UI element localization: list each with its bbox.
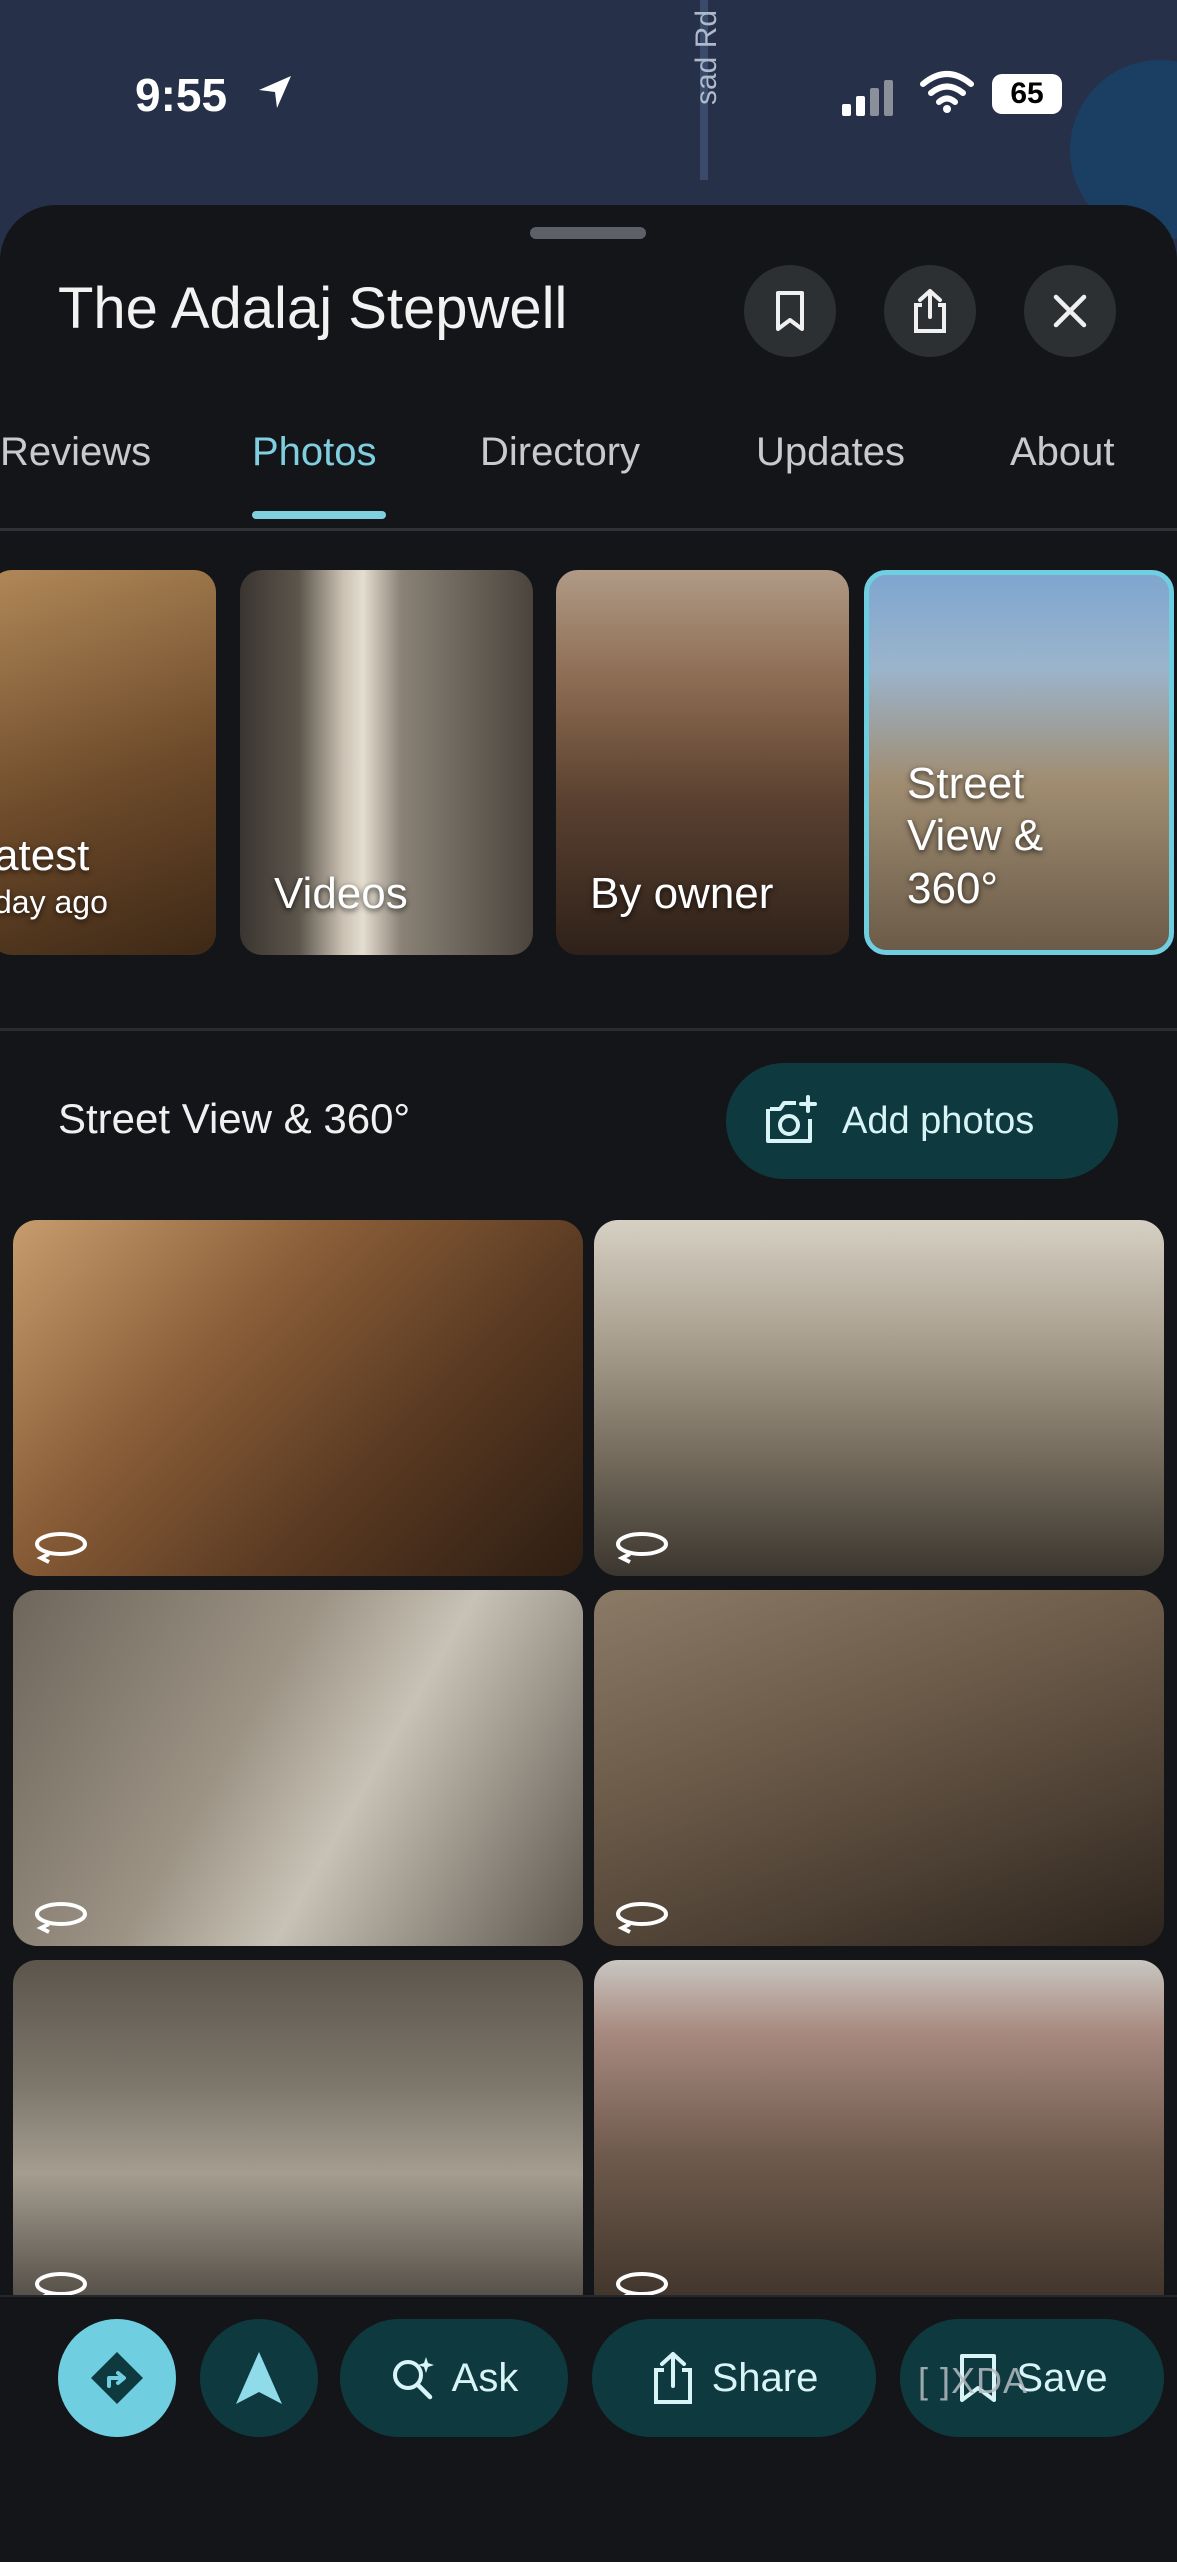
tab-bar: Reviews Photos Directory Updates About	[0, 410, 1177, 531]
ask-search-icon	[392, 2357, 434, 2400]
photo-categories: atest day ago Videos By owner Street Vie…	[0, 570, 1177, 955]
category-sublabel: day ago	[0, 883, 108, 920]
share-label: Share	[711, 2355, 819, 2400]
category-label: atest	[0, 830, 90, 880]
add-photo-icon	[766, 1095, 817, 1143]
watermark-text: [ ]XDA	[918, 2360, 1029, 2401]
bottom-action-bar: Ask Share Save	[0, 2295, 1177, 2562]
drag-handle[interactable]	[530, 227, 646, 239]
tab-reviews[interactable]: Reviews	[0, 430, 151, 475]
category-street-view[interactable]: Street View & 360°	[864, 570, 1174, 955]
share-button[interactable]: Share	[592, 2319, 876, 2437]
wifi-icon	[920, 71, 974, 113]
tab-about[interactable]: About	[1010, 430, 1115, 475]
section-title: Street View & 360°	[58, 1095, 411, 1142]
save-place-button[interactable]	[744, 265, 836, 357]
photo-grid	[0, 1220, 1177, 2300]
ask-button[interactable]: Ask	[340, 2319, 568, 2437]
close-icon	[1053, 294, 1087, 328]
add-photos-label: Add photos	[842, 1099, 1035, 1142]
directions-icon	[91, 2352, 143, 2404]
photo-tile[interactable]	[594, 1960, 1164, 2300]
photo-tile[interactable]	[594, 1590, 1164, 1946]
panorama-360-icon	[616, 1532, 668, 1564]
status-time: 9:55	[135, 69, 228, 121]
tab-photos[interactable]: Photos	[252, 430, 377, 475]
category-latest[interactable]: atest day ago	[0, 570, 216, 955]
share-place-button[interactable]	[884, 265, 976, 357]
place-sheet: The Adalaj Stepwell Reviews Photos Direc…	[0, 205, 1177, 2560]
photo-tile[interactable]	[13, 1220, 583, 1576]
panorama-360-icon	[35, 1532, 87, 1564]
place-title: The Adalaj Stepwell	[58, 276, 568, 341]
save-label: Save	[1016, 2355, 1108, 2400]
category-videos[interactable]: Videos	[240, 570, 533, 955]
category-by-owner[interactable]: By owner	[556, 570, 849, 955]
ask-label: Ask	[451, 2355, 519, 2400]
category-label: Street View & 360°	[907, 758, 1044, 914]
navigation-arrow-icon	[236, 2352, 282, 2404]
battery-indicator: 65	[992, 74, 1062, 114]
close-button[interactable]	[1024, 265, 1116, 357]
tab-updates[interactable]: Updates	[756, 430, 905, 475]
bookmark-icon	[776, 291, 804, 331]
active-tab-indicator	[252, 511, 386, 519]
photo-tile[interactable]	[13, 1590, 583, 1946]
photo-tile[interactable]	[13, 1960, 583, 2300]
share-icon	[914, 289, 946, 333]
panorama-360-icon	[35, 1902, 87, 1934]
photo-tile[interactable]	[594, 1220, 1164, 1576]
panorama-360-icon	[616, 1902, 668, 1934]
category-label: By owner	[590, 869, 774, 919]
location-arrow-icon	[259, 76, 291, 108]
divider	[0, 1028, 1177, 1031]
signal-icon	[842, 80, 893, 116]
status-bar: 9:55 65	[0, 0, 1177, 190]
directions-button[interactable]	[58, 2319, 176, 2437]
category-label: Videos	[274, 869, 408, 919]
navigate-button[interactable]	[200, 2319, 318, 2437]
share-icon	[653, 2352, 692, 2404]
add-photos-button[interactable]: Add photos	[726, 1063, 1118, 1179]
tab-directory[interactable]: Directory	[480, 430, 640, 475]
